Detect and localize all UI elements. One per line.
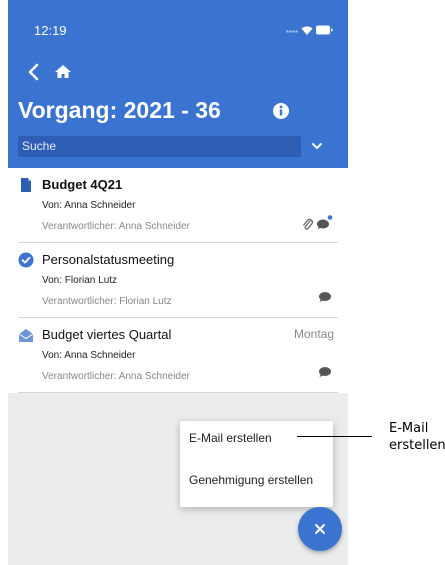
callout-line-2: erstellen (389, 438, 445, 453)
paperclip-icon (303, 218, 313, 230)
list-item[interactable]: Budget 4Q21 Von: Anna Schneider Verantwo… (18, 168, 338, 243)
callout-line (297, 436, 372, 437)
item-responsible: Verantwortlicher: Florian Lutz (42, 296, 172, 307)
item-sender: Von: Anna Schneider (42, 350, 136, 361)
create-email-menu-item[interactable]: E-Mail erstellen (189, 431, 272, 445)
check-circle-icon (18, 252, 34, 268)
item-title: Budget 4Q21 (42, 177, 123, 192)
signal-icon (286, 30, 298, 33)
item-date: Montag (293, 327, 334, 341)
document-icon (21, 178, 31, 192)
close-fab-button[interactable] (298, 507, 342, 551)
close-icon (315, 524, 325, 534)
wifi-battery-icon (301, 25, 333, 35)
comment-icon (319, 367, 331, 377)
item-responsible: Verantwortlicher: Anna Schneider (42, 371, 190, 382)
item-list: Budget 4Q21 Von: Anna Schneider Verantwo… (8, 168, 348, 393)
page-title: Vorgang: 2021 - 36 (18, 97, 221, 123)
item-sender: Von: Florian Lutz (42, 275, 118, 286)
back-arrow-icon[interactable] (24, 62, 46, 82)
item-title: Personalstatusmeeting (42, 252, 175, 267)
comment-icon (319, 292, 331, 302)
item-sender: Von: Anna Schneider (42, 200, 136, 211)
item-title: Budget viertes Quartal (42, 327, 172, 342)
search-input[interactable]: Suche (18, 136, 301, 157)
list-item[interactable]: Personalstatusmeeting Von: Florian Lutz … (18, 243, 338, 318)
comment-unread-icon (317, 215, 333, 229)
list-item[interactable]: Budget viertes Quartal Montag Von: Anna … (18, 318, 338, 393)
chevron-down-icon[interactable] (309, 140, 325, 152)
status-time: 12:19 (34, 23, 67, 38)
create-approval-menu-item[interactable]: Genehmigung erstellen (189, 473, 313, 487)
app-screen: 12:19 Vorgang: 2021 - 36 Suche Budget 4Q… (8, 0, 348, 565)
info-icon[interactable] (272, 102, 290, 120)
header-bar: 12:19 Vorgang: 2021 - 36 Suche (8, 0, 348, 168)
item-responsible: Verantwortlicher: Anna Schneider (42, 221, 190, 232)
open-envelope-icon (18, 329, 34, 342)
create-menu: E-Mail erstellen Genehmigung erstellen (180, 421, 333, 507)
callout-line-1: E-Mail (389, 421, 429, 436)
callout-label: E-Mail erstellen (389, 420, 445, 454)
home-icon[interactable] (52, 62, 74, 82)
